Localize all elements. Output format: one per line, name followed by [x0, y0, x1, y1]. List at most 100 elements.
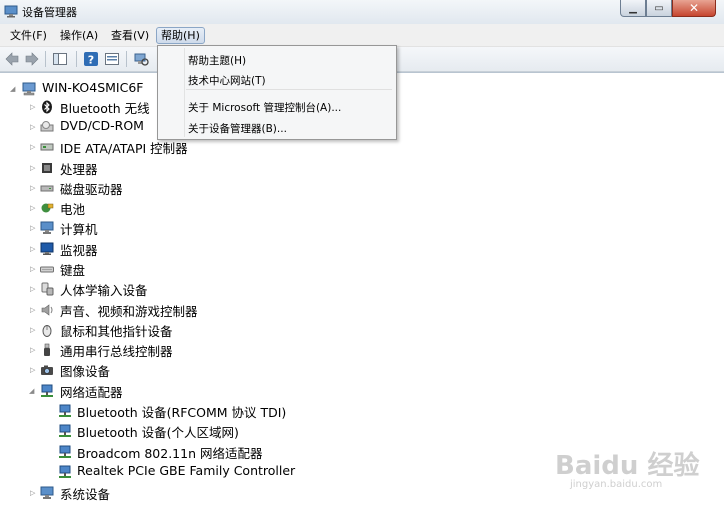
expand-arrow-icon[interactable]: ▷	[30, 340, 38, 360]
network-card-icon	[59, 445, 71, 458]
tree-item-ide-controller[interactable]: ▷ IDE ATA/ATAPI 控制器	[0, 137, 220, 157]
menu-view[interactable]: 查看(V)	[109, 28, 151, 43]
close-icon: ✕	[688, 1, 700, 15]
maximize-button[interactable]: ▭	[646, 0, 672, 17]
menu-item-about-device-manager[interactable]: 关于设备管理器(B)...	[188, 121, 287, 136]
forward-arrow-icon[interactable]	[24, 51, 40, 67]
tree-item-dvd-cdrom[interactable]: ▷ DVD/CD-ROM	[0, 117, 160, 137]
tree-item-label: 系统设备	[60, 487, 111, 502]
tree-item-label: 通用串行总线控制器	[60, 344, 173, 359]
tree-item-label: 人体学输入设备	[60, 283, 148, 298]
svg-text:?: ?	[88, 54, 94, 67]
collapse-arrow-icon[interactable]: ◢	[29, 381, 37, 401]
menu-help[interactable]: 帮助(H)	[156, 27, 205, 44]
expand-arrow-icon[interactable]: ▷	[30, 158, 38, 178]
bluetooth-icon	[42, 100, 52, 114]
network-adapter-icon	[41, 384, 53, 397]
expand-arrow-icon[interactable]: ▷	[30, 360, 38, 380]
expand-arrow-icon[interactable]: ▷	[30, 137, 38, 157]
device-manager-app-icon	[4, 5, 18, 18]
tree-item-label: DVD/CD-ROM	[60, 118, 144, 133]
network-card-icon	[59, 465, 71, 478]
menu-file[interactable]: 文件(F)	[8, 28, 49, 43]
tree-item-label: 磁盘驱动器	[60, 182, 123, 197]
minimize-button[interactable]: ▁	[620, 0, 646, 17]
menu-item-about-mmc[interactable]: 关于 Microsoft 管理控制台(A)...	[188, 100, 341, 115]
tree-item-battery[interactable]: ▷ 电池	[0, 198, 160, 218]
tree-item-label: Bluetooth 设备(RFCOMM 协议 TDI)	[77, 405, 287, 420]
battery-icon	[41, 203, 54, 213]
tree-item-label: 处理器	[60, 162, 98, 177]
tree-item-processor[interactable]: ▷ 处理器	[0, 158, 160, 178]
tree-root-node[interactable]: ◢ WIN-KO4SMIC6F	[0, 79, 160, 99]
close-button[interactable]: ✕	[672, 0, 716, 17]
show-hide-tree-icon[interactable]	[52, 51, 68, 67]
tree-item-label: Bluetooth 无线	[60, 101, 150, 116]
tree-item-disk-drive[interactable]: ▷ 磁盘驱动器	[0, 178, 160, 198]
tree-item-system-devices[interactable]: ▷ 系统设备	[0, 483, 160, 503]
tree-item-label: Broadcom 802.11n 网络适配器	[77, 446, 263, 461]
tree-item-usb-controller[interactable]: ▷ 通用串行总线控制器	[0, 340, 200, 360]
menu-bar: 文件(F) 操作(A) 查看(V) 帮助(H)	[0, 24, 724, 47]
watermark-url: jingyan.baidu.com	[570, 479, 663, 490]
tree-item-keyboard[interactable]: ▷ 键盘	[0, 259, 160, 279]
tree-item-label: IDE ATA/ATAPI 控制器	[60, 141, 188, 156]
expand-arrow-icon[interactable]: ▷	[30, 97, 38, 117]
keyboard-icon	[40, 266, 54, 273]
network-card-icon	[59, 424, 71, 437]
tree-item-label: 图像设备	[60, 364, 111, 379]
back-arrow-icon[interactable]	[4, 51, 20, 67]
system-devices-icon	[40, 486, 54, 499]
expand-arrow-icon[interactable]: ▷	[30, 483, 38, 503]
tree-item-label: 网络适配器	[60, 385, 123, 400]
device-manager-window: 设备管理器 ▁ ▭ ✕ 文件(F) 操作(A) 查看(V) 帮助(H) ? ◢ …	[0, 0, 724, 510]
usb-icon	[44, 343, 50, 356]
expand-arrow-icon[interactable]: ▷	[30, 117, 38, 137]
expand-arrow-icon[interactable]: ▷	[30, 239, 38, 259]
title-bar: 设备管理器 ▁ ▭ ✕	[0, 0, 724, 24]
expand-arrow-icon[interactable]: ▷	[30, 259, 38, 279]
tree-item-label: Realtek PCIe GBE Family Controller	[77, 463, 296, 478]
tree-item-label: 鼠标和其他指针设备	[60, 324, 173, 339]
tree-item-network-device[interactable]: Broadcom 802.11n 网络适配器	[0, 442, 330, 462]
tree-item-bluetooth[interactable]: ▷ Bluetooth 无线	[0, 97, 160, 117]
dvd-drive-icon	[40, 121, 54, 132]
window-title: 设备管理器	[22, 6, 77, 19]
menu-item-help-topics[interactable]: 帮助主题(H)	[188, 53, 246, 68]
expand-arrow-icon[interactable]: ▷	[30, 178, 38, 198]
tree-item-mouse[interactable]: ▷ 鼠标和其他指针设备	[0, 320, 200, 340]
tree-item-network-adapters[interactable]: ◢ 网络适配器	[0, 381, 160, 401]
ide-controller-icon	[40, 143, 54, 151]
expand-arrow-icon[interactable]: ▷	[30, 218, 38, 238]
help-icon[interactable]: ?	[83, 51, 99, 67]
properties-icon[interactable]	[104, 51, 120, 67]
scan-hardware-icon[interactable]	[133, 51, 149, 67]
tree-item-label: 声音、视频和游戏控制器	[60, 304, 198, 319]
camera-icon	[41, 365, 53, 375]
disk-drive-icon	[40, 185, 54, 192]
hid-icon	[41, 282, 54, 296]
expand-arrow-icon[interactable]: ▷	[30, 300, 38, 320]
tree-item-label: Bluetooth 设备(个人区域网)	[77, 425, 239, 440]
tree-item-network-device[interactable]: Bluetooth 设备(个人区域网)	[0, 421, 330, 441]
menu-item-tech-center[interactable]: 技术中心网站(T)	[188, 73, 266, 88]
menu-action[interactable]: 操作(A)	[58, 28, 100, 43]
tree-item-label: 监视器	[60, 243, 98, 258]
processor-icon	[42, 163, 52, 173]
collapse-arrow-icon[interactable]: ◢	[10, 79, 18, 99]
tree-item-computer[interactable]: ▷ 计算机	[0, 218, 160, 238]
tree-item-label: 键盘	[60, 263, 86, 278]
expand-arrow-icon[interactable]: ▷	[30, 279, 38, 299]
tree-item-monitor[interactable]: ▷ 监视器	[0, 239, 160, 259]
expand-arrow-icon[interactable]: ▷	[30, 320, 38, 340]
help-dropdown-menu: 帮助主题(H) 技术中心网站(T) 关于 Microsoft 管理控制台(A).…	[157, 45, 397, 140]
maximize-icon: ▭	[654, 2, 664, 14]
tree-item-network-device[interactable]: Bluetooth 设备(RFCOMM 协议 TDI)	[0, 401, 330, 421]
expand-arrow-icon[interactable]: ▷	[30, 198, 38, 218]
tree-item-label: 电池	[60, 202, 86, 217]
tree-item-network-device[interactable]: Realtek PCIe GBE Family Controller	[0, 462, 330, 482]
tree-item-hid[interactable]: ▷ 人体学输入设备	[0, 279, 180, 299]
tree-item-imaging-devices[interactable]: ▷ 图像设备	[0, 360, 160, 380]
tree-item-sound-video[interactable]: ▷ 声音、视频和游戏控制器	[0, 300, 230, 320]
monitor-icon	[40, 242, 54, 255]
